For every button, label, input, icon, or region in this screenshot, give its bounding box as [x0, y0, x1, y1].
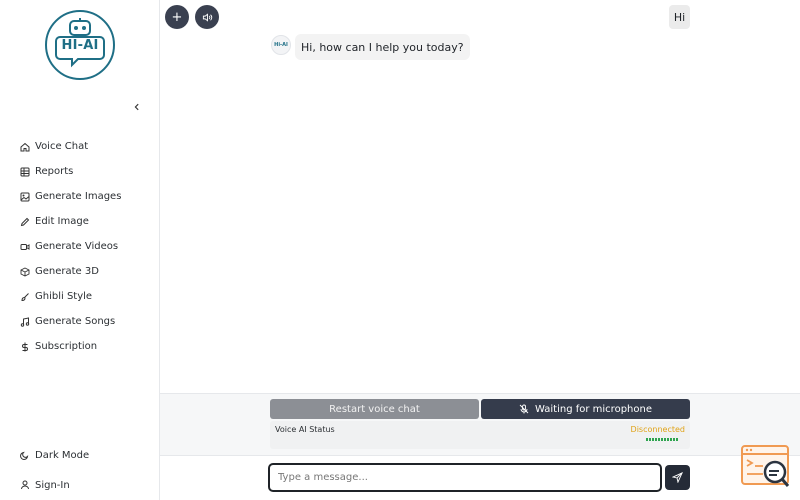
send-icon [672, 472, 683, 483]
home-icon [20, 142, 30, 152]
sidebar-item-subscription[interactable]: Subscription [20, 334, 121, 359]
sidebar-item-label: Ghibli Style [35, 291, 93, 302]
sidebar-item-voice-chat[interactable]: Voice Chat [20, 134, 121, 159]
app-window: HI-AI Voice Chat Reports Generate Images… [0, 0, 800, 500]
dark-mode-toggle[interactable]: Dark Mode [20, 440, 89, 470]
sidebar: HI-AI Voice Chat Reports Generate Images… [0, 0, 160, 500]
message-input[interactable] [268, 463, 662, 492]
sidebar-item-generate-3d[interactable]: Generate 3D [20, 259, 121, 284]
logo[interactable]: HI-AI [45, 10, 115, 80]
logo-text: HI-AI [61, 38, 99, 53]
dark-mode-label: Dark Mode [35, 449, 90, 461]
voice-status-box: Voice AI Status Disconnected [270, 421, 690, 449]
sidebar-item-generate-images[interactable]: Generate Images [20, 184, 121, 209]
sidebar-bottom-nav: Dark Mode Sign-In [20, 440, 89, 500]
user-message-bubble: Hi [669, 5, 690, 29]
user-icon [20, 480, 30, 490]
sidebar-item-edit-image[interactable]: Edit Image [20, 209, 121, 234]
music-icon [20, 316, 30, 327]
voice-status-label: Voice AI Status [275, 425, 335, 434]
bot-message-bubble: Hi, how can I help you today? [295, 34, 470, 60]
cube-icon [20, 266, 30, 277]
mic-off-icon [519, 404, 529, 414]
speaker-icon [202, 12, 212, 22]
moon-icon [20, 450, 30, 460]
sidebar-item-label: Generate Images [35, 191, 122, 202]
microphone-button[interactable]: Waiting for microphone [481, 399, 690, 419]
search-document-icon [741, 445, 790, 487]
sidebar-item-ghibli-style[interactable]: Ghibli Style [20, 284, 121, 309]
audio-level-meter [646, 438, 678, 441]
new-chat-button[interactable]: + [165, 5, 189, 29]
sidebar-item-label: Generate Videos [35, 241, 119, 252]
pencil-icon [20, 217, 30, 227]
sign-in-label: Sign-In [35, 479, 70, 491]
table-icon [20, 167, 30, 177]
brush-icon [20, 292, 30, 302]
sidebar-item-label: Generate Songs [35, 316, 116, 327]
video-icon [20, 242, 30, 252]
bot-avatar: Hi-AI [271, 35, 291, 55]
sign-in-link[interactable]: Sign-In [20, 470, 89, 500]
sidebar-item-label: Reports [35, 166, 74, 177]
sidebar-item-label: Subscription [35, 341, 98, 352]
dollar-icon [20, 342, 30, 352]
sidebar-item-label: Voice Chat [35, 141, 89, 152]
restart-voice-chat-button[interactable]: Restart voice chat [270, 399, 479, 419]
sound-toggle-button[interactable] [195, 5, 219, 29]
collapse-sidebar-button[interactable] [130, 100, 144, 114]
voice-status-value: Disconnected [630, 425, 685, 434]
microphone-button-label: Waiting for microphone [535, 403, 652, 415]
sidebar-item-label: Generate 3D [35, 266, 99, 277]
sidebar-item-label: Edit Image [35, 216, 89, 227]
plus-icon: + [171, 9, 183, 25]
chevron-left-icon [134, 103, 139, 111]
assistant-widget[interactable] [741, 444, 791, 490]
sidebar-nav: Voice Chat Reports Generate Images Edit … [20, 134, 121, 359]
sidebar-item-generate-videos[interactable]: Generate Videos [20, 234, 121, 259]
sidebar-item-generate-songs[interactable]: Generate Songs [20, 309, 121, 334]
send-button[interactable] [665, 465, 690, 490]
sidebar-item-reports[interactable]: Reports [20, 159, 121, 184]
image-icon [20, 192, 30, 202]
